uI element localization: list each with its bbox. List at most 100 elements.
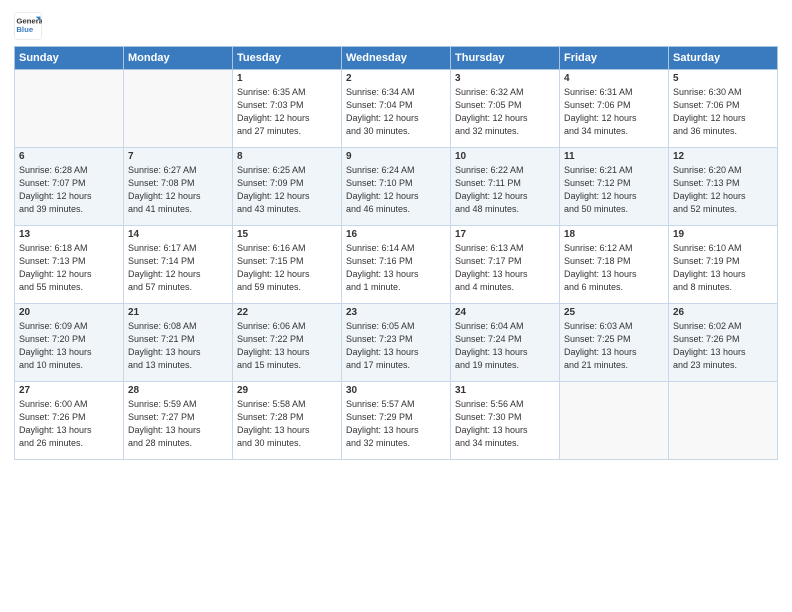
day-info: Sunrise: 6:28 AM Sunset: 7:07 PM Dayligh… xyxy=(19,164,119,216)
calendar-cell: 3 Sunrise: 6:32 AM Sunset: 7:05 PM Daylig… xyxy=(451,70,560,148)
day-number: 3 xyxy=(455,73,555,84)
calendar-cell: 28 Sunrise: 5:59 AM Sunset: 7:27 PM Dayli… xyxy=(124,382,233,460)
day-number: 7 xyxy=(128,151,228,162)
day-number: 31 xyxy=(455,385,555,396)
day-info: Sunrise: 5:56 AM Sunset: 7:30 PM Dayligh… xyxy=(455,398,555,450)
day-number: 19 xyxy=(673,229,773,240)
day-header-wednesday: Wednesday xyxy=(342,47,451,70)
day-info: Sunrise: 6:32 AM Sunset: 7:05 PM Dayligh… xyxy=(455,86,555,138)
calendar-cell: 10 Sunrise: 6:22 AM Sunset: 7:11 PM Dayli… xyxy=(451,148,560,226)
calendar-cell: 11Sunrise: 6:21 AM Sunset: 7:12 PM Dayli… xyxy=(560,148,669,226)
calendar-cell: 4 Sunrise: 6:31 AM Sunset: 7:06 PM Daylig… xyxy=(560,70,669,148)
day-header-friday: Friday xyxy=(560,47,669,70)
day-header-monday: Monday xyxy=(124,47,233,70)
day-info: Sunrise: 6:35 AM Sunset: 7:03 PM Dayligh… xyxy=(237,86,337,138)
day-info: Sunrise: 6:14 AM Sunset: 7:16 PM Dayligh… xyxy=(346,242,446,294)
day-number: 27 xyxy=(19,385,119,396)
day-number: 25 xyxy=(564,307,664,318)
calendar-cell: 6 Sunrise: 6:28 AM Sunset: 7:07 PM Daylig… xyxy=(15,148,124,226)
day-info: Sunrise: 5:59 AM Sunset: 7:27 PM Dayligh… xyxy=(128,398,228,450)
day-info: Sunrise: 6:20 AM Sunset: 7:13 PM Dayligh… xyxy=(673,164,773,216)
logo-icon: General Blue xyxy=(14,12,42,40)
header: General Blue xyxy=(14,12,778,40)
day-number: 17 xyxy=(455,229,555,240)
calendar-cell: 18Sunrise: 6:12 AM Sunset: 7:18 PM Dayli… xyxy=(560,226,669,304)
day-number: 5 xyxy=(673,73,773,84)
day-number: 20 xyxy=(19,307,119,318)
calendar-cell: 30 Sunrise: 5:57 AM Sunset: 7:29 PM Dayli… xyxy=(342,382,451,460)
day-info: Sunrise: 6:18 AM Sunset: 7:13 PM Dayligh… xyxy=(19,242,119,294)
calendar-cell xyxy=(15,70,124,148)
calendar-cell: 8 Sunrise: 6:25 AM Sunset: 7:09 PM Daylig… xyxy=(233,148,342,226)
day-number: 15 xyxy=(237,229,337,240)
calendar-cell: 23Sunrise: 6:05 AM Sunset: 7:23 PM Dayli… xyxy=(342,304,451,382)
calendar-cell: 13Sunrise: 6:18 AM Sunset: 7:13 PM Dayli… xyxy=(15,226,124,304)
week-row-3: 13Sunrise: 6:18 AM Sunset: 7:13 PM Dayli… xyxy=(15,226,778,304)
day-number: 1 xyxy=(237,73,337,84)
day-number: 23 xyxy=(346,307,446,318)
day-number: 29 xyxy=(237,385,337,396)
day-number: 8 xyxy=(237,151,337,162)
day-number: 4 xyxy=(564,73,664,84)
day-number: 12 xyxy=(673,151,773,162)
day-info: Sunrise: 6:02 AM Sunset: 7:26 PM Dayligh… xyxy=(673,320,773,372)
header-row: SundayMondayTuesdayWednesdayThursdayFrid… xyxy=(15,47,778,70)
week-row-4: 20 Sunrise: 6:09 AM Sunset: 7:20 PM Dayli… xyxy=(15,304,778,382)
calendar-cell: 22 Sunrise: 6:06 AM Sunset: 7:22 PM Dayli… xyxy=(233,304,342,382)
day-info: Sunrise: 6:17 AM Sunset: 7:14 PM Dayligh… xyxy=(128,242,228,294)
day-info: Sunrise: 5:58 AM Sunset: 7:28 PM Dayligh… xyxy=(237,398,337,450)
calendar-cell: 25 Sunrise: 6:03 AM Sunset: 7:25 PM Dayli… xyxy=(560,304,669,382)
week-row-5: 27Sunrise: 6:00 AM Sunset: 7:26 PM Dayli… xyxy=(15,382,778,460)
day-info: Sunrise: 6:09 AM Sunset: 7:20 PM Dayligh… xyxy=(19,320,119,372)
calendar-cell: 20 Sunrise: 6:09 AM Sunset: 7:20 PM Dayli… xyxy=(15,304,124,382)
day-info: Sunrise: 6:31 AM Sunset: 7:06 PM Dayligh… xyxy=(564,86,664,138)
day-number: 14 xyxy=(128,229,228,240)
day-number: 22 xyxy=(237,307,337,318)
day-info: Sunrise: 6:04 AM Sunset: 7:24 PM Dayligh… xyxy=(455,320,555,372)
calendar-cell: 19Sunrise: 6:10 AM Sunset: 7:19 PM Dayli… xyxy=(669,226,778,304)
logo: General Blue xyxy=(14,12,42,40)
calendar-table: SundayMondayTuesdayWednesdayThursdayFrid… xyxy=(14,46,778,460)
day-header-sunday: Sunday xyxy=(15,47,124,70)
calendar-cell xyxy=(560,382,669,460)
calendar-cell: 27Sunrise: 6:00 AM Sunset: 7:26 PM Dayli… xyxy=(15,382,124,460)
day-info: Sunrise: 6:03 AM Sunset: 7:25 PM Dayligh… xyxy=(564,320,664,372)
calendar-cell xyxy=(124,70,233,148)
calendar-cell xyxy=(669,382,778,460)
day-info: Sunrise: 6:08 AM Sunset: 7:21 PM Dayligh… xyxy=(128,320,228,372)
calendar-cell: 31 Sunrise: 5:56 AM Sunset: 7:30 PM Dayli… xyxy=(451,382,560,460)
day-info: Sunrise: 6:06 AM Sunset: 7:22 PM Dayligh… xyxy=(237,320,337,372)
day-info: Sunrise: 6:13 AM Sunset: 7:17 PM Dayligh… xyxy=(455,242,555,294)
day-number: 6 xyxy=(19,151,119,162)
calendar-cell: 14 Sunrise: 6:17 AM Sunset: 7:14 PM Dayli… xyxy=(124,226,233,304)
calendar-cell: 9 Sunrise: 6:24 AM Sunset: 7:10 PM Daylig… xyxy=(342,148,451,226)
calendar-cell: 15Sunrise: 6:16 AM Sunset: 7:15 PM Dayli… xyxy=(233,226,342,304)
day-number: 28 xyxy=(128,385,228,396)
calendar-cell: 2Sunrise: 6:34 AM Sunset: 7:04 PM Daylig… xyxy=(342,70,451,148)
day-header-thursday: Thursday xyxy=(451,47,560,70)
day-number: 30 xyxy=(346,385,446,396)
day-info: Sunrise: 5:57 AM Sunset: 7:29 PM Dayligh… xyxy=(346,398,446,450)
day-number: 9 xyxy=(346,151,446,162)
day-number: 21 xyxy=(128,307,228,318)
calendar-cell: 7 Sunrise: 6:27 AM Sunset: 7:08 PM Daylig… xyxy=(124,148,233,226)
calendar-cell: 26 Sunrise: 6:02 AM Sunset: 7:26 PM Dayli… xyxy=(669,304,778,382)
day-info: Sunrise: 6:27 AM Sunset: 7:08 PM Dayligh… xyxy=(128,164,228,216)
week-row-2: 6 Sunrise: 6:28 AM Sunset: 7:07 PM Daylig… xyxy=(15,148,778,226)
calendar-cell: 5 Sunrise: 6:30 AM Sunset: 7:06 PM Daylig… xyxy=(669,70,778,148)
calendar-cell: 24Sunrise: 6:04 AM Sunset: 7:24 PM Dayli… xyxy=(451,304,560,382)
day-info: Sunrise: 6:21 AM Sunset: 7:12 PM Dayligh… xyxy=(564,164,664,216)
day-info: Sunrise: 6:12 AM Sunset: 7:18 PM Dayligh… xyxy=(564,242,664,294)
day-number: 26 xyxy=(673,307,773,318)
calendar-cell: 21 Sunrise: 6:08 AM Sunset: 7:21 PM Dayli… xyxy=(124,304,233,382)
calendar-cell: 1 Sunrise: 6:35 AM Sunset: 7:03 PM Daylig… xyxy=(233,70,342,148)
day-info: Sunrise: 6:30 AM Sunset: 7:06 PM Dayligh… xyxy=(673,86,773,138)
day-number: 10 xyxy=(455,151,555,162)
calendar-cell: 17 Sunrise: 6:13 AM Sunset: 7:17 PM Dayli… xyxy=(451,226,560,304)
day-number: 2 xyxy=(346,73,446,84)
page: General Blue SundayMondayTuesdayWednesda… xyxy=(0,0,792,612)
calendar-cell: 12 Sunrise: 6:20 AM Sunset: 7:13 PM Dayli… xyxy=(669,148,778,226)
day-info: Sunrise: 6:24 AM Sunset: 7:10 PM Dayligh… xyxy=(346,164,446,216)
day-info: Sunrise: 6:22 AM Sunset: 7:11 PM Dayligh… xyxy=(455,164,555,216)
day-info: Sunrise: 6:25 AM Sunset: 7:09 PM Dayligh… xyxy=(237,164,337,216)
